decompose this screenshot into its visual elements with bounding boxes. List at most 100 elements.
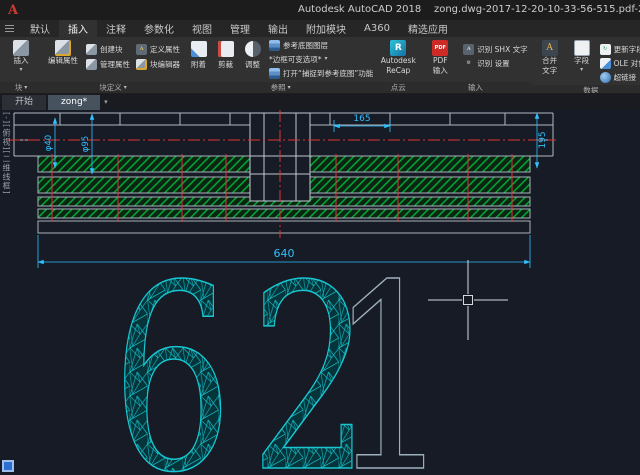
dim-text-165[interactable]: 165 xyxy=(353,114,370,124)
panel-reference: 附着 剪裁 调整 参考底图图层 *边框可变选项* xyxy=(184,37,377,93)
combine-text-button[interactable]: A 合并 文字 xyxy=(534,38,566,77)
tab-manage[interactable]: 管理 xyxy=(221,20,259,37)
chevron-down-icon: ▾ xyxy=(325,56,328,62)
clip-button[interactable]: 剪裁 xyxy=(213,38,238,70)
panel-reference-label-text: 参照 xyxy=(271,82,286,93)
edit-attributes-button[interactable]: 编辑属性 xyxy=(44,38,82,68)
attach-icon xyxy=(191,41,207,57)
edit-attribute-icon xyxy=(55,40,71,56)
panel-import: PDF PDF 输入 A 识别 SHX 文字 ⚙ 识别 设置 输入 xyxy=(419,37,531,93)
big-number-621[interactable]: 6 2 1 xyxy=(112,232,451,475)
recognition-settings-label: 识别 设置 xyxy=(477,58,509,69)
chevron-down-icon: ▾ xyxy=(288,85,291,91)
panel-label-import[interactable]: 输入 xyxy=(419,82,531,93)
ole-object-button[interactable]: OLE 对象 xyxy=(598,56,640,70)
panel-label-block-definition[interactable]: 块定义 ▾ xyxy=(42,82,184,93)
tab-default[interactable]: 默认 xyxy=(21,20,59,37)
attach-button[interactable]: 附着 xyxy=(186,38,211,70)
define-attributes-button[interactable]: A 定义属性 xyxy=(134,42,182,56)
field-button[interactable]: 字段 ▾ xyxy=(568,38,596,75)
recap-icon: R xyxy=(390,40,406,56)
insert-block-button[interactable]: 插入 ▾ xyxy=(2,38,40,75)
tab-parametric[interactable]: 参数化 xyxy=(135,20,183,37)
tab-featured-apps[interactable]: 精选应用 xyxy=(399,20,457,37)
tab-annotate[interactable]: 注释 xyxy=(97,20,135,37)
update-fields-label: 更新字段 xyxy=(614,44,640,55)
autodesk-recap-button[interactable]: R Autodesk ReCap xyxy=(379,38,417,77)
pdf-icon: PDF xyxy=(432,40,448,56)
file-tab-start[interactable]: 开始 xyxy=(2,95,46,110)
gear-icon: ⚙ xyxy=(463,58,474,69)
combine-text-icon: A xyxy=(542,40,558,56)
panel-label-point-cloud[interactable]: 点云 xyxy=(377,82,419,93)
panel-block-definition-label-text: 块定义 xyxy=(99,82,122,93)
hyperlink-label: 超链接 xyxy=(614,72,637,83)
ribbon: 插入 ▾ 块 ▾ 编辑属性 创建块 xyxy=(0,37,640,94)
panel-data: A 合并 文字 字段 ▾ ↻ 更新字段 OLE 对象 xyxy=(532,37,640,93)
panel-data-label-text: 数据 xyxy=(583,85,598,94)
ribbon-tab-bar: 默认 插入 注释 参数化 视图 管理 输出 附加模块 A360 精选应用 xyxy=(0,20,640,37)
digit-1[interactable]: 1 xyxy=(330,232,451,475)
ole-object-icon xyxy=(600,58,611,69)
digit-6[interactable]: 6 xyxy=(112,232,233,475)
combine-text-label-line1: 合并 xyxy=(542,57,557,66)
ucs-icon[interactable] xyxy=(2,460,14,472)
define-attribute-icon: A xyxy=(136,44,147,55)
clip-label: 剪裁 xyxy=(218,59,233,70)
dim-text-phi40[interactable]: φ40 xyxy=(44,135,54,151)
viewport-controls[interactable]: [-][俯视][二维线框] xyxy=(1,112,12,195)
tab-view[interactable]: 视图 xyxy=(183,20,221,37)
drawing-area[interactable]: 640 φ40 φ95 195 165 6 xyxy=(0,110,640,475)
define-attributes-label: 定义属性 xyxy=(150,44,180,55)
panel-label-data[interactable]: 数据 xyxy=(532,85,640,94)
create-block-icon xyxy=(86,44,97,55)
block-editor-button[interactable]: 块编辑器 xyxy=(134,57,182,71)
tab-insert[interactable]: 插入 xyxy=(59,20,97,37)
dim-text-195[interactable]: 195 xyxy=(538,131,548,148)
pdf-import-label-line1: PDF xyxy=(433,57,448,66)
block-editor-label: 块编辑器 xyxy=(150,59,180,70)
field-icon xyxy=(574,40,590,56)
hyperlink-button[interactable]: 超链接 xyxy=(598,70,640,84)
recap-label-line2: ReCap xyxy=(386,67,410,76)
autocad-logo-icon[interactable]: A xyxy=(3,1,23,19)
hyperlink-icon xyxy=(600,72,611,83)
frames-dropdown[interactable]: *边框可变选项* ▾ xyxy=(267,52,375,66)
tab-a360[interactable]: A360 xyxy=(355,20,399,37)
adjust-button[interactable]: 调整 xyxy=(240,38,265,70)
create-block-button[interactable]: 创建块 xyxy=(84,42,132,56)
recognize-shx-text-button[interactable]: A 识别 SHX 文字 xyxy=(461,42,529,56)
panel-block: 插入 ▾ 块 ▾ xyxy=(0,37,42,93)
drawing-canvas-svg: 640 φ40 φ95 195 165 6 xyxy=(0,110,640,475)
panel-label-reference[interactable]: 参照 ▾ xyxy=(184,82,377,93)
manage-attributes-button[interactable]: 管理属性 xyxy=(84,57,132,71)
panel-import-label-text: 输入 xyxy=(468,82,483,93)
update-fields-button[interactable]: ↻ 更新字段 xyxy=(598,42,640,56)
file-tab-zong[interactable]: zong* xyxy=(48,95,100,110)
file-tab-bar: 开始 zong* ▾ xyxy=(0,94,640,110)
snap-to-underlay-icon xyxy=(269,68,280,79)
panel-block-definition: 编辑属性 创建块 A 定义属性 管理属性 xyxy=(42,37,184,93)
attach-label: 附着 xyxy=(191,59,206,70)
file-tab-overflow-icon[interactable]: ▾ xyxy=(104,98,108,106)
adjust-label: 调整 xyxy=(245,59,260,70)
chevron-down-icon: ▾ xyxy=(580,67,583,73)
pdf-import-button[interactable]: PDF PDF 输入 xyxy=(421,38,459,77)
tab-addins[interactable]: 附加模块 xyxy=(297,20,355,37)
menu-icon[interactable] xyxy=(0,20,21,37)
adjust-icon xyxy=(245,41,261,57)
dim-text-phi95[interactable]: φ95 xyxy=(81,136,91,152)
manage-attributes-icon xyxy=(86,59,97,70)
insert-label: 插入 xyxy=(14,57,29,66)
edit-attributes-label: 编辑属性 xyxy=(48,57,78,66)
chevron-down-icon: ▾ xyxy=(124,85,127,91)
panel-label-block[interactable]: 块 ▾ xyxy=(0,82,42,93)
manage-attributes-label: 管理属性 xyxy=(100,59,130,70)
shx-text-icon: A xyxy=(463,44,474,55)
recognition-settings-button[interactable]: ⚙ 识别 设置 xyxy=(461,56,529,70)
field-label: 字段 xyxy=(574,57,589,66)
tab-output[interactable]: 输出 xyxy=(259,20,297,37)
underlay-layers-button[interactable]: 参考底图图层 xyxy=(267,38,375,52)
window-title: Autodesk AutoCAD 2018 zong.dwg-2017-12-2… xyxy=(298,0,640,20)
snap-to-underlay-button[interactable]: 打开“捕捉到参考底图”功能 xyxy=(267,66,375,80)
